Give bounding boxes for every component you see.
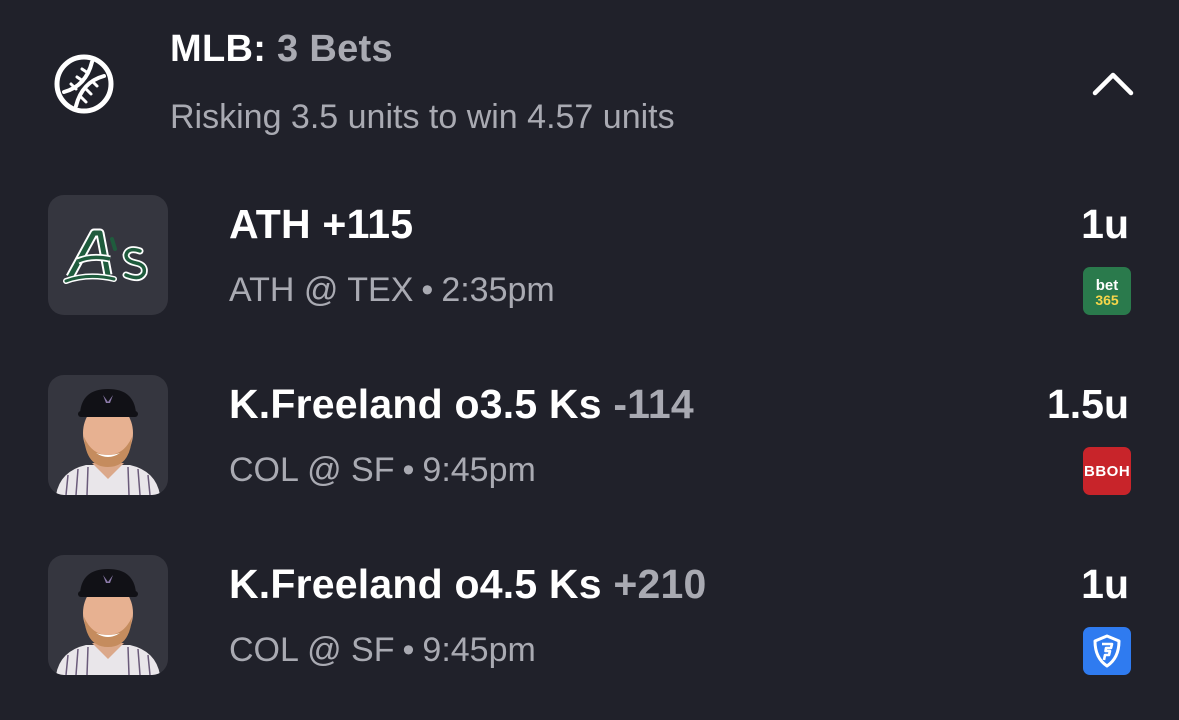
bet-pick: K.Freeland o3.5 Ks -114 — [229, 381, 694, 428]
bet365-logo-number: 365 — [1095, 291, 1119, 308]
section-title: MLB: 3 Bets — [170, 28, 393, 71]
matchup-label: ATH @ TEX — [229, 271, 414, 309]
matchup-label: COL @ SF — [229, 451, 395, 489]
pick-label: K.Freeland o4.5 Ks — [229, 561, 602, 607]
sport-label: MLB: — [170, 28, 267, 70]
bet-row[interactable]: K.Freeland o4.5 Ks +210 COL @ SF • 9:45pm … — [0, 555, 1179, 677]
game-time: 2:35pm — [441, 271, 555, 309]
player-headshot — [48, 555, 168, 675]
bet365-logo-text: bet — [1095, 276, 1119, 294]
risk-summary: Risking 3.5 units to win 4.57 units — [170, 98, 675, 136]
separator-dot: • — [421, 271, 434, 309]
mlb-bets-header[interactable]: MLB: 3 Bets Risking 3.5 units to win 4.5… — [0, 0, 1179, 170]
fanduel-logo — [1083, 627, 1131, 675]
game-info: ATH @ TEX • 2:35pm — [229, 271, 555, 310]
matchup-label: COL @ SF — [229, 631, 395, 669]
units-label: 1.5u — [1046, 381, 1129, 427]
baseball-icon — [54, 54, 114, 114]
odds-label: +115 — [322, 201, 414, 247]
game-time: 9:45pm — [422, 451, 536, 489]
odds-label: -114 — [613, 381, 694, 427]
bet-row[interactable]: ATH +115 ATH @ TEX • 2:35pm 1u bet 365 — [0, 195, 1179, 317]
bet-row[interactable]: K.Freeland o3.5 Ks -114 COL @ SF • 9:45pm … — [0, 375, 1179, 497]
game-info: COL @ SF • 9:45pm — [229, 631, 536, 670]
bboh-logo-text: BBOH — [1084, 462, 1131, 480]
athletics-logo — [48, 195, 168, 315]
bet365-logo: bet 365 — [1083, 267, 1131, 315]
odds-label: +210 — [613, 561, 707, 607]
units-label: 1u — [1081, 201, 1129, 247]
bet-count: 3 Bets — [277, 28, 393, 70]
pick-label: K.Freeland o3.5 Ks — [229, 381, 602, 427]
chevron-up-icon[interactable] — [1090, 66, 1136, 100]
separator-dot: • — [402, 451, 415, 489]
units-label: 1u — [1081, 561, 1129, 607]
fanduel-shield-icon — [1093, 634, 1121, 668]
bboh-logo: BBOH — [1083, 447, 1131, 495]
game-info: COL @ SF • 9:45pm — [229, 451, 536, 490]
game-time: 9:45pm — [422, 631, 536, 669]
player-headshot — [48, 375, 168, 495]
separator-dot: • — [402, 631, 415, 669]
bet-pick: K.Freeland o4.5 Ks +210 — [229, 561, 706, 608]
pick-label: ATH — [229, 201, 311, 247]
bet-pick: ATH +115 — [229, 201, 413, 248]
